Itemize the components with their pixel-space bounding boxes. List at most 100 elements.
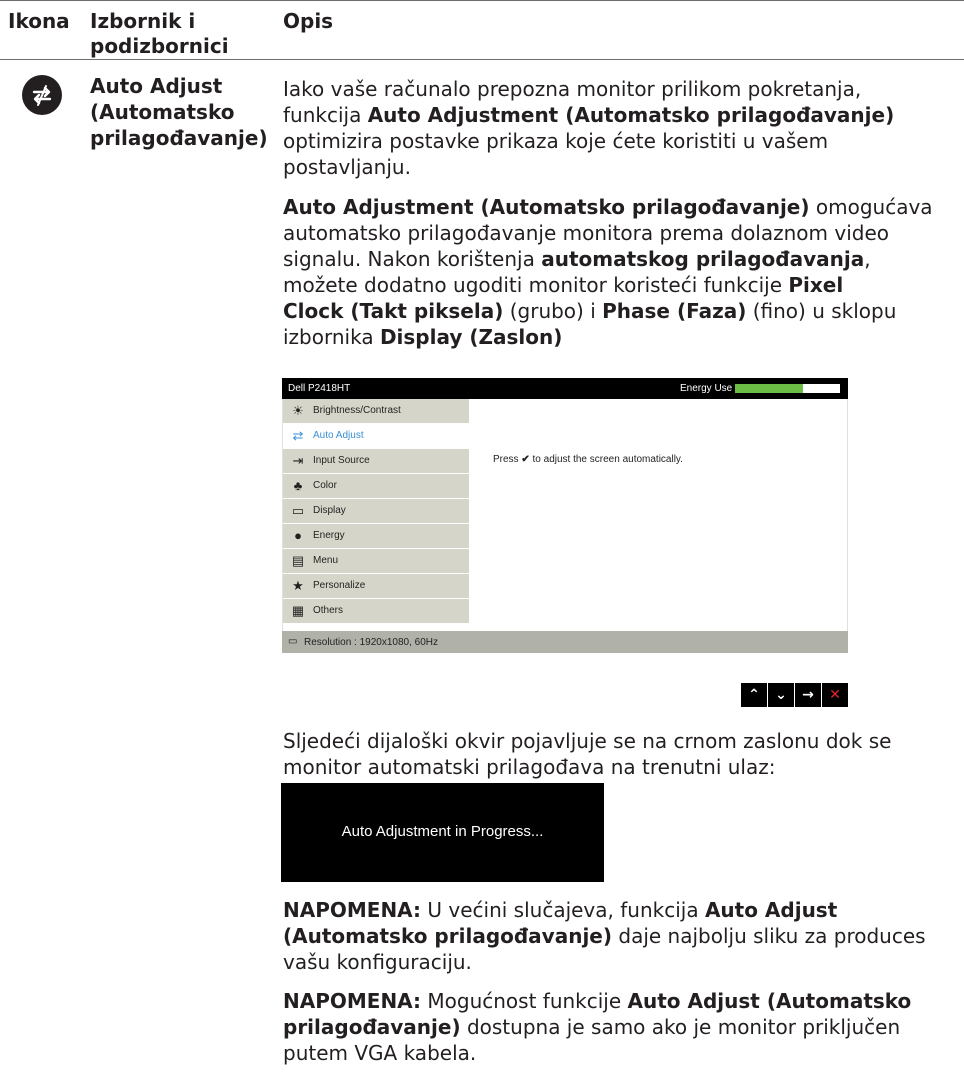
down-icon[interactable]: ⌄ — [768, 683, 794, 707]
text-run: funkcija — [283, 103, 368, 127]
others-icon: ▦ — [291, 603, 305, 618]
desc-line: signalu. Nakon korištenja automatskog pr… — [283, 246, 953, 272]
osd-menu-item-label: Menu — [313, 555, 339, 566]
energy-use-label: Energy Use — [680, 383, 733, 394]
vga-cable-icon: ▭ — [288, 636, 298, 647]
text-run: signalu. Nakon korištenja — [283, 247, 542, 271]
feature-term: Auto Adjust (Automatsko — [627, 989, 912, 1013]
text-run: U većini slučajeva, funkcija — [421, 898, 705, 922]
text-run: to adjust the screen automatically. — [529, 454, 683, 465]
intro-line: optimizira postavke prikaza koje ćete ko… — [283, 129, 829, 153]
header-icon-column: Ikona — [8, 9, 70, 33]
feature-term: Display (Zaslon) — [379, 325, 563, 349]
desc-line: izbornika Display (Zaslon) — [283, 324, 953, 350]
osd-menu-list: ☀ Brightness/Contrast ⇄ Auto Adjust ⇥ Input S… — [283, 399, 469, 631]
osd-menu-item-color[interactable]: ♣ Color — [283, 474, 469, 498]
text-run: dostupna je samo ako je monitor priključ… — [460, 1015, 901, 1039]
osd-menu-item-label: Color — [313, 480, 337, 491]
feature-term: Auto Adjust — [704, 898, 838, 922]
feature-name-line3: prilagođavanje) — [90, 126, 268, 150]
text-run: Mogućnost funkcije — [421, 989, 628, 1013]
dialog-line: Sljedeći dijaloški okvir pojavljuje se n… — [283, 729, 892, 753]
progress-message: Auto Adjustment in Progress... — [341, 823, 544, 840]
display-icon: ▭ — [291, 503, 305, 518]
input-source-icon: ⇥ — [292, 453, 304, 468]
star-icon: ★ — [292, 578, 304, 593]
note-1: NAPOMENA: U većini slučajeva, funkcija A… — [283, 897, 953, 975]
note-line: vašu konfiguraciju. — [283, 950, 472, 974]
osd-menu-item-label: Personalize — [313, 580, 366, 591]
osd-model-name: Dell P2418HT — [288, 383, 351, 394]
osd-title-bar: Dell P2418HT Energy Use — [282, 378, 848, 399]
note-2: NAPOMENA: Mogućnost funkcije Auto Adjust… — [283, 988, 953, 1066]
sun-icon: ☀ — [292, 403, 304, 418]
header-menu-column: Izbornik i podizbornici — [90, 9, 229, 59]
note-line: putem VGA kabela. — [283, 1041, 477, 1065]
osd-menu-item-label: Input Source — [313, 455, 370, 466]
desc-line: možete dodatno ugoditi monitor koristeći… — [283, 272, 953, 298]
feature-term: Auto Adjustment (Automatsko prilagođavan… — [367, 103, 895, 127]
osd-body: ☀ Brightness/Contrast ⇄ Auto Adjust ⇥ Input S… — [282, 399, 848, 631]
header-desc-column: Opis — [283, 9, 334, 33]
auto-adjust-progress-dialog: Auto Adjustment in Progress... — [281, 783, 604, 882]
text-run: Press — [493, 454, 522, 465]
osd-status-bar: ▭ Resolution : 1920x1080, 60Hz — [282, 631, 848, 653]
desc-line: Clock (Takt piksela) (grubo) i Phase (Fa… — [283, 298, 953, 324]
text-run: (grubo) i — [503, 299, 603, 323]
header-menu-line1: Izbornik i — [90, 9, 196, 33]
text-run: možete dodatno ugoditi monitor koristeći… — [283, 273, 789, 297]
osd-menu-item-label: Display — [313, 505, 346, 516]
header-menu-line2: podizbornici — [90, 34, 229, 58]
note-line: NAPOMENA: U većini slučajeva, funkcija A… — [283, 897, 953, 923]
feature-name-line2: (Automatsko — [90, 100, 235, 124]
osd-menu-item-brightness-contrast[interactable]: ☀ Brightness/Contrast — [283, 399, 469, 423]
close-icon[interactable]: ✕ — [822, 683, 848, 707]
text-run: daje najbolju sliku za produces — [612, 924, 926, 948]
energy-use-meter — [735, 384, 840, 393]
note-label: NAPOMENA: — [283, 989, 422, 1013]
description-paragraph: Auto Adjustment (Automatsko prilagođavan… — [283, 194, 953, 350]
header-rule — [0, 59, 964, 60]
osd-menu-screenshot: Dell P2418HT Energy Use ☀ Brightness/Cont… — [282, 378, 848, 653]
osd-menu-item-label: Energy — [313, 530, 345, 541]
feature-name: Auto Adjust (Automatsko prilagođavanje) — [90, 73, 285, 151]
intro-line: postavljanju. — [283, 155, 411, 179]
desc-line: Auto Adjustment (Automatsko prilagođavan… — [283, 194, 953, 220]
osd-menu-item-personalize[interactable]: ★ Personalize — [283, 574, 469, 598]
energy-icon: ● — [294, 528, 302, 543]
osd-menu-item-auto-adjust[interactable]: ⇄ Auto Adjust — [283, 424, 469, 448]
checkmark-icon: ✔ — [521, 454, 530, 465]
osd-menu-item-menu[interactable]: ▤ Menu — [283, 549, 469, 573]
osd-menu-item-input-source[interactable]: ⇥ Input Source — [283, 449, 469, 473]
up-icon[interactable]: ⌃ — [741, 683, 767, 707]
energy-use-fill — [735, 384, 804, 393]
top-rule — [0, 0, 964, 1]
resolution-text: Resolution : 1920x1080, 60Hz — [304, 637, 438, 648]
feature-term: Pixel — [788, 273, 844, 297]
note-label: NAPOMENA: — [283, 898, 422, 922]
feature-term: automatskog prilagođavanja — [541, 247, 865, 271]
osd-menu-item-label: Brightness/Contrast — [313, 405, 401, 416]
feature-name-line1: Auto Adjust — [90, 74, 223, 98]
feature-term: Phase (Faza) — [602, 299, 747, 323]
right-arrow-icon[interactable]: → — [795, 683, 821, 707]
osd-message: Press ✔ to adjust the screen automatical… — [493, 454, 683, 465]
text-run: , — [864, 247, 871, 271]
osd-menu-item-label: Others — [313, 605, 344, 616]
osd-menu-item-others[interactable]: ▦ Others — [283, 599, 469, 623]
auto-adjust-icon — [22, 75, 62, 115]
osd-menu-item-energy[interactable]: ● Energy — [283, 524, 469, 548]
feature-term: prilagođavanje) — [283, 1015, 461, 1039]
dialog-line: monitor automatski prilagođava na trenut… — [283, 755, 776, 779]
feature-term: Auto Adjustment (Automatsko prilagođavan… — [283, 195, 810, 219]
color-icon: ♣ — [293, 478, 303, 493]
intro-line: Iako vaše računalo prepozna monitor pril… — [283, 77, 862, 101]
menu-icon: ▤ — [291, 553, 305, 568]
feature-term: (Automatsko prilagođavanje) — [283, 924, 613, 948]
feature-term: Clock (Takt piksela) — [283, 299, 504, 323]
text-run: (fino) u sklopu — [746, 299, 897, 323]
text-run: izbornika — [283, 325, 380, 349]
osd-menu-item-display[interactable]: ▭ Display — [283, 499, 469, 523]
note-line: NAPOMENA: Mogućnost funkcije Auto Adjust… — [283, 988, 953, 1014]
intro-paragraph: Iako vaše računalo prepozna monitor pril… — [283, 76, 953, 180]
